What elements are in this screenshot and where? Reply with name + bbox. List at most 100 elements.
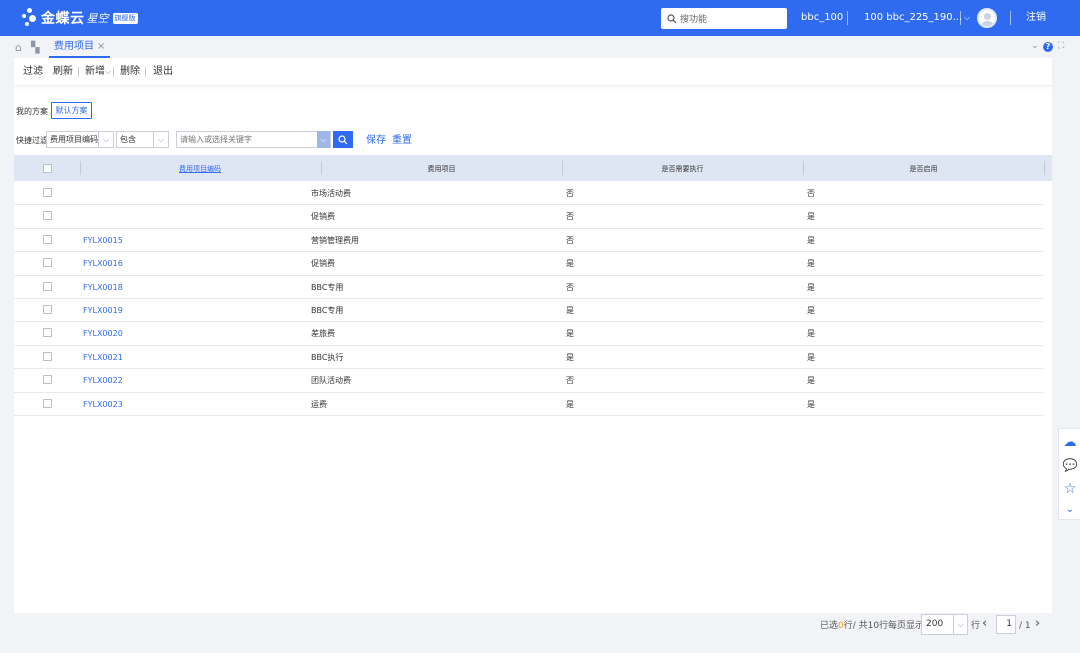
table-row[interactable]: 促销费 否 是: [14, 205, 1044, 229]
cell-name: 市场活动费: [311, 189, 351, 198]
top-bar: 金蝶云 星空 旗舰版 搜功能 bbc_100 100 bbc_225_190..…: [0, 0, 1080, 36]
cell-code[interactable]: FYLX0015: [83, 235, 123, 246]
save-filter-button[interactable]: 保存: [366, 135, 386, 147]
delete-button[interactable]: 删除: [120, 66, 140, 78]
filter-button[interactable]: 过滤: [23, 66, 43, 78]
row-checkbox[interactable]: [43, 375, 52, 385]
column-header-code[interactable]: 费用项目编码: [80, 164, 320, 174]
keyword-placeholder: 请输入或选择关键字: [180, 135, 252, 144]
next-page-icon[interactable]: ›: [1035, 617, 1040, 631]
table-row[interactable]: FYLX0018 BBC专用 否 是: [14, 276, 1044, 299]
brand-logo[interactable]: 金蝶云 星空 旗舰版: [22, 7, 138, 29]
close-icon[interactable]: ×: [97, 41, 105, 52]
divider: [113, 67, 114, 77]
tab-label: 费用项目: [54, 41, 94, 52]
cell-code[interactable]: FYLX0016: [83, 258, 123, 269]
keyword-dropdown-button[interactable]: ⌵: [317, 131, 330, 148]
toolbar: 过滤 刷新 新增⌵ 删除 退出: [14, 58, 1052, 86]
home-icon[interactable]: ⌂: [15, 41, 22, 54]
filter-operator-select[interactable]: 包含 ⌵: [116, 131, 169, 148]
row-checkbox[interactable]: [43, 305, 52, 314]
rows-unit: 行: [971, 621, 981, 631]
chevron-down-icon: ⌵: [105, 67, 112, 76]
row-checkbox[interactable]: [43, 258, 52, 268]
chevron-down-icon: ⌵: [98, 132, 113, 147]
double-chevron-down-icon[interactable]: ⌄: [1062, 504, 1078, 515]
exit-button[interactable]: 退出: [153, 66, 173, 78]
row-checkbox[interactable]: [43, 328, 52, 338]
new-label: 新增: [85, 66, 105, 77]
table-row[interactable]: FYLX0016 促销费 是 是: [14, 252, 1044, 276]
reset-filter-button[interactable]: 重置: [392, 135, 412, 147]
cell-code[interactable]: FYLX0023: [83, 399, 123, 410]
table-row[interactable]: FYLX0019 BBC专用 是 是: [14, 299, 1044, 323]
column-header-enabled[interactable]: 是否启用: [803, 164, 1044, 174]
chevron-down-icon[interactable]: ⌄: [1031, 41, 1039, 51]
table-row[interactable]: FYLX0015 营销管理费用 否 是: [14, 229, 1044, 253]
chat-icon[interactable]: 💬: [1062, 458, 1078, 472]
table-row[interactable]: FYLX0023 运费 是 是: [14, 393, 1044, 416]
cell-code[interactable]: FYLX0018: [83, 282, 123, 293]
row-checkbox[interactable]: [43, 211, 52, 221]
keyword-search-button[interactable]: [333, 131, 353, 148]
row-checkbox[interactable]: [43, 398, 52, 408]
cell-need-exec: 否: [566, 189, 574, 198]
cell-name: 促销费: [311, 212, 335, 222]
user-avatar[interactable]: [977, 8, 997, 28]
cell-name: 差旅费: [311, 329, 335, 339]
cell-name: 营销管理费用: [311, 235, 359, 245]
default-scheme-button[interactable]: 默认方案: [51, 102, 92, 119]
quick-filter-label: 快捷过滤: [16, 136, 48, 145]
cell-code[interactable]: FYLX0020: [83, 328, 123, 339]
new-button[interactable]: 新增⌵: [85, 66, 111, 78]
cell-code[interactable]: FYLX0022: [83, 375, 123, 386]
cell-need-exec: 是: [566, 399, 574, 409]
function-search-input[interactable]: 搜功能: [661, 8, 787, 29]
account-switcher[interactable]: 100 bbc_225_190... ⌵: [864, 12, 970, 24]
select-all-checkbox[interactable]: [43, 164, 52, 173]
sitemap-icon[interactable]: ▚: [31, 41, 39, 54]
row-checkbox[interactable]: [43, 281, 52, 291]
refresh-button[interactable]: 刷新: [53, 66, 73, 78]
divider: [1010, 11, 1011, 25]
table-row[interactable]: 市场活动费 否 否: [14, 182, 1044, 206]
cell-need-exec: 否: [566, 235, 574, 245]
search-icon: [338, 134, 348, 144]
page-number-input[interactable]: 1: [996, 615, 1016, 634]
cell-need-exec: 是: [566, 352, 574, 362]
row-checkbox[interactable]: [43, 351, 52, 361]
row-checkbox[interactable]: [43, 188, 52, 197]
prev-page-icon[interactable]: ‹: [982, 617, 987, 631]
cell-code[interactable]: FYLX0019: [83, 305, 123, 316]
cloud-icon[interactable]: ☁: [1062, 435, 1078, 450]
cell-need-exec: 是: [566, 306, 574, 315]
cell-name: BBC执行: [311, 352, 344, 362]
per-page-label: 每页显示: [888, 621, 925, 631]
cell-need-exec: 是: [566, 259, 574, 269]
tab-expense-item[interactable]: 费用项目 ×: [49, 39, 111, 58]
fullscreen-icon[interactable]: ⛶: [1058, 41, 1064, 51]
selected-prefix: 已选: [820, 621, 839, 631]
table-row[interactable]: FYLX0020 差旅费 是 是: [14, 322, 1044, 346]
page-size-select[interactable]: 200 ⌵: [921, 614, 968, 635]
row-checkbox[interactable]: [43, 234, 52, 244]
column-header-name[interactable]: 费用项目: [321, 164, 562, 174]
org-switcher[interactable]: bbc_100: [801, 12, 843, 24]
table-header: 费用项目编码 费用项目 是否需要执行 是否启用: [14, 155, 1052, 181]
filter-field-select[interactable]: 费用项目编码 ⌵: [46, 131, 114, 148]
cell-name: BBC专用: [311, 306, 344, 315]
column-header-need-exec[interactable]: 是否需要执行: [562, 164, 803, 174]
selected-suffix: 行/ 共10行: [843, 621, 889, 631]
keyword-input[interactable]: 请输入或选择关键字: [176, 131, 331, 148]
cell-code[interactable]: FYLX0021: [83, 352, 123, 363]
table-row[interactable]: FYLX0021 BBC执行 是 是: [14, 346, 1044, 370]
brand-name: 金蝶云: [41, 11, 85, 27]
logout-link[interactable]: 注销: [1026, 12, 1046, 24]
star-icon[interactable]: ☆: [1062, 481, 1078, 497]
table-row[interactable]: FYLX0022 团队活动费 否 是: [14, 369, 1044, 393]
help-icon[interactable]: ?: [1043, 42, 1053, 52]
logo-dots-icon: [22, 8, 38, 28]
account-label: 100 bbc_225_190...: [864, 12, 963, 23]
cell-enabled: 是: [807, 329, 815, 339]
brand-sub: 星空: [86, 12, 109, 25]
